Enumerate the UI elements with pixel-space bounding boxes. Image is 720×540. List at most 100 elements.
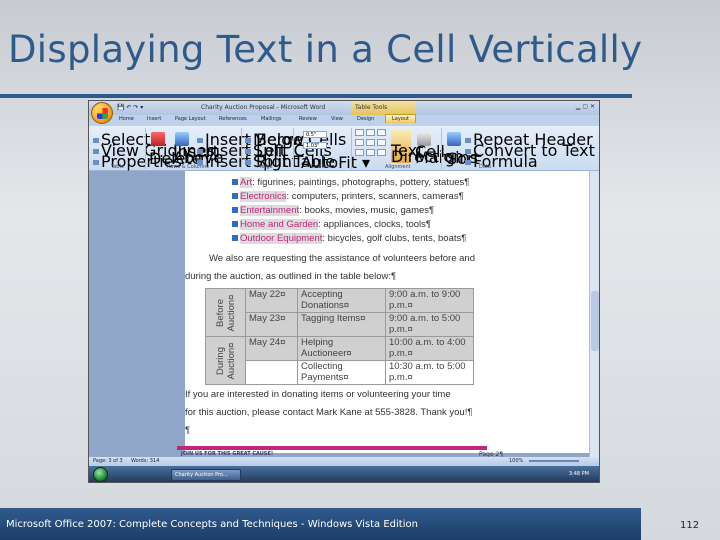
vertical-text: During Auction¤: [214, 342, 237, 379]
time-cell[interactable]: 9:00 a.m. to 5:00 p.m.¤: [385, 312, 474, 337]
date-cell[interactable]: [245, 360, 298, 385]
word-count[interactable]: Words: 314: [131, 458, 159, 464]
taskbar-word-button[interactable]: Charity Auction Pro...: [171, 469, 241, 481]
bullet-item: Entertainment: books, movies, music, gam…: [232, 205, 434, 216]
align-top-left-icon[interactable]: [355, 129, 364, 136]
bullet-icon: [232, 207, 238, 213]
group-label-cell-size: Cell Size: [311, 164, 333, 170]
group-separator: [441, 128, 442, 169]
group-separator: [145, 128, 146, 169]
table-row: Collecting Payments¤ 10:30 a.m. to 5:00 …: [206, 360, 474, 385]
tab-view[interactable]: View: [331, 116, 343, 122]
during-auction-cell[interactable]: During Auction¤: [205, 336, 246, 385]
bullet-item: Outdoor Equipment: bicycles, golf clubs,…: [232, 233, 466, 244]
table-row: During Auction¤ May 24¤ Helping Auctione…: [205, 336, 474, 385]
window-controls[interactable]: ▁ ▢ ✕: [576, 103, 595, 110]
office-logo-icon: [97, 108, 108, 119]
date-cell[interactable]: May 24¤: [245, 336, 298, 361]
group-separator: [293, 128, 294, 169]
start-button-icon[interactable]: [93, 467, 108, 482]
page-count[interactable]: Page: 3 of 3: [93, 458, 123, 464]
paragraph-line: during the auction, as outlined in the t…: [185, 271, 397, 282]
slide-title: Displaying Text in a Cell Vertically: [8, 28, 643, 71]
align-center-left-icon[interactable]: [355, 139, 364, 146]
tab-home[interactable]: Home: [119, 116, 134, 122]
tab-layout[interactable]: Layout: [385, 114, 416, 123]
bullet-item: Electronics: computers, printers, scanne…: [232, 191, 464, 202]
split-table-icon: [245, 160, 251, 165]
cell-margins-button[interactable]: Cell Margins: [415, 144, 478, 166]
group-separator: [241, 128, 242, 169]
zoom-slider[interactable]: [529, 460, 579, 462]
bullet-icon: [232, 221, 238, 227]
time-cell[interactable]: 10:00 a.m. to 4:00 p.m.¤: [385, 336, 474, 361]
table-tools-label: Table Tools: [355, 104, 388, 111]
bullet-icon: [232, 179, 238, 185]
bullet-icon: [232, 235, 238, 241]
group-separator: [351, 128, 352, 169]
time-cell[interactable]: 10:30 a.m. to 5:00 p.m.¤: [385, 360, 474, 385]
task-cell[interactable]: Helping Auctioneer¤: [297, 336, 386, 361]
volunteer-table[interactable]: Before Auction¤ May 22¤ Accepting Donati…: [205, 288, 474, 385]
paragraph-line: We also are requesting the assistance of…: [209, 253, 475, 264]
tab-page-layout[interactable]: Page Layout: [175, 116, 206, 122]
scroll-thumb[interactable]: [591, 291, 599, 351]
table-row: May 23¤ Tagging Items¤ 9:00 a.m. to 5:00…: [206, 312, 474, 337]
formula-icon: [465, 160, 471, 165]
bullet-icon: [232, 193, 238, 199]
properties-icon: [93, 160, 99, 165]
taskbar: Charity Auction Pro... 3:48 PM: [89, 466, 599, 482]
align-center-icon[interactable]: [366, 139, 375, 146]
date-cell[interactable]: May 22¤: [245, 288, 298, 313]
align-bottom-right-icon[interactable]: [377, 149, 386, 156]
tab-mailings[interactable]: Mailings: [261, 116, 282, 122]
tab-review[interactable]: Review: [299, 116, 317, 122]
empty-paragraph: ¶: [185, 425, 191, 436]
bullet-item: Home and Garden: appliances, clocks, too…: [232, 219, 431, 230]
vertical-scrollbar[interactable]: [589, 171, 599, 457]
task-cell[interactable]: Collecting Payments¤: [297, 360, 386, 385]
align-center-right-icon[interactable]: [377, 139, 386, 146]
slide-caption: Microsoft Office 2007: Complete Concepts…: [6, 519, 418, 530]
group-label-data: Data: [479, 164, 491, 170]
taskbar-clock: 3:48 PM: [568, 471, 589, 477]
sort-icon[interactable]: [447, 132, 461, 146]
quick-access-toolbar[interactable]: 💾 ↶ ↷ ▾: [117, 104, 143, 111]
zoom-level[interactable]: 100%: [509, 458, 523, 464]
footer-rule: [177, 446, 487, 450]
formula-button[interactable]: Formula: [465, 152, 538, 171]
tab-references[interactable]: References: [219, 116, 247, 122]
delete-icon[interactable]: [151, 132, 165, 146]
status-bar: Page: 3 of 3 Words: 314 100%: [89, 457, 599, 466]
group-label-table: Table: [111, 164, 124, 170]
align-bottom-center-icon[interactable]: [366, 149, 375, 156]
word-window: 💾 ↶ ↷ ▾ Table Tools Charity Auction Prop…: [88, 100, 600, 483]
bullet-item: Art: figurines, paintings, photographs, …: [232, 177, 469, 188]
cell-height-input[interactable]: 0.5": [303, 131, 327, 138]
cell-width-input[interactable]: 1.03": [303, 142, 327, 149]
align-top-right-icon[interactable]: [377, 129, 386, 136]
group-label-rows-columns: Rows & Columns: [167, 164, 209, 170]
align-top-center-icon[interactable]: [366, 129, 375, 136]
title-rule: [0, 94, 632, 98]
window-title: Charity Auction Proposal - Microsoft Wor…: [201, 104, 326, 111]
task-cell[interactable]: Tagging Items¤: [297, 312, 386, 337]
insert-above-button[interactable]: Insert Above: [173, 144, 223, 166]
align-bottom-left-icon[interactable]: [355, 149, 364, 156]
text-direction-button[interactable]: Text Direction: [391, 143, 463, 165]
paragraph-line: for this auction, please contact Mark Ka…: [185, 407, 473, 418]
group-label-alignment: Alignment: [385, 164, 411, 170]
title-bar: 💾 ↶ ↷ ▾ Table Tools Charity Auction Prop…: [89, 101, 599, 115]
tab-design[interactable]: Design: [357, 116, 374, 122]
slide-page-number: 112: [680, 520, 700, 531]
date-cell[interactable]: May 23¤: [245, 312, 298, 337]
group-label-merge: Merge: [257, 164, 273, 170]
time-cell[interactable]: 9:00 a.m. to 9:00 p.m.¤: [385, 288, 474, 313]
table-row: Before Auction¤ May 22¤ Accepting Donati…: [205, 288, 474, 337]
task-cell[interactable]: Accepting Donations¤: [297, 288, 386, 313]
ribbon-tabs: [89, 115, 599, 126]
tab-insert[interactable]: Insert: [147, 116, 161, 122]
paragraph-line: If you are interested in donating items …: [185, 389, 451, 400]
before-auction-cell[interactable]: Before Auction¤: [205, 288, 246, 337]
office-button[interactable]: [91, 102, 113, 124]
